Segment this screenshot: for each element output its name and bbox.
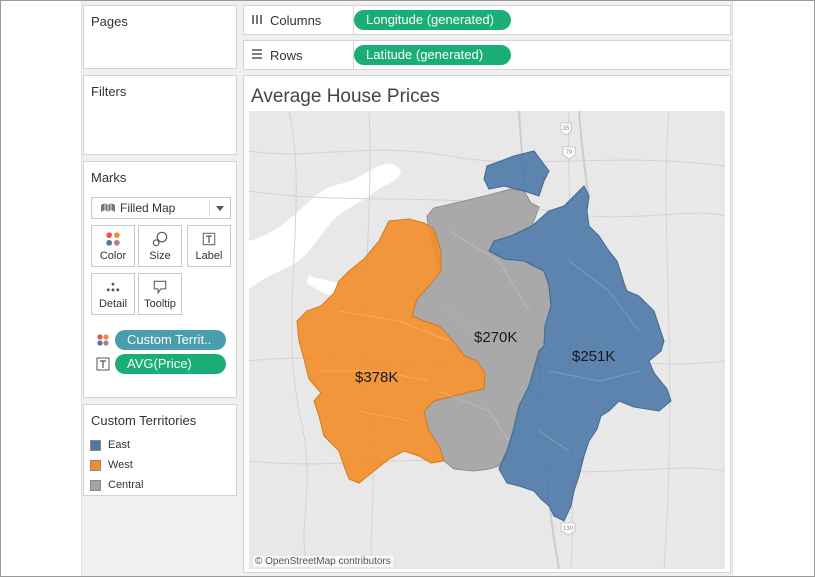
mark-type-dropdown[interactable]: Filled Map <box>91 197 231 219</box>
detail-dots-icon <box>106 282 120 292</box>
region-label-west: $378K <box>355 369 399 386</box>
custom-territories-pill[interactable]: Custom Territ.. <box>115 330 226 350</box>
map-attribution[interactable]: © OpenStreetMap contributors <box>253 556 393 567</box>
filled-map[interactable]: 35 79 130 $378K $270K $251K © OpenStreet… <box>249 111 725 569</box>
label-button[interactable]: Label <box>187 225 231 267</box>
legend-swatch-west <box>90 460 101 471</box>
filters-card[interactable]: Filters <box>83 75 237 155</box>
rows-shelf[interactable]: Rows Latitude (generated) <box>243 40 731 70</box>
rows-label: Rows <box>270 48 303 63</box>
mark-type-label: Filled Map <box>120 201 176 215</box>
detail-button-label: Detail <box>98 298 128 310</box>
tooltip-bubble-icon <box>153 280 167 295</box>
svg-text:130: 130 <box>563 526 574 532</box>
size-circles-icon <box>152 231 168 247</box>
region-label-central: $270K <box>474 329 518 346</box>
label-button-label: Label <box>195 250 223 262</box>
label-text-icon <box>96 357 110 371</box>
avg-price-pill[interactable]: AVG(Price) <box>115 354 226 374</box>
marks-card: Marks Filled Map Color Size Label Detail… <box>83 161 237 398</box>
size-button[interactable]: Size <box>138 225 182 267</box>
region-label-east: $251K <box>572 348 616 365</box>
rows-icon <box>251 48 265 62</box>
color-field-row[interactable]: Custom Territ.. <box>96 330 230 350</box>
columns-label: Columns <box>270 13 322 28</box>
columns-shelf[interactable]: Columns Longitude (generated) <box>243 5 731 35</box>
tooltip-button-label: Tooltip <box>144 298 176 310</box>
legend-label-east: East <box>108 439 131 451</box>
label-field-row[interactable]: AVG(Price) <box>96 354 230 374</box>
view-card: Average House Prices 35 79 130 $378K $27… <box>243 75 731 573</box>
legend-title: Custom Territories <box>91 413 197 428</box>
color-button[interactable]: Color <box>91 225 135 267</box>
pages-title: Pages <box>91 14 128 29</box>
label-text-icon <box>202 232 216 246</box>
legend-label-central: Central <box>108 479 144 491</box>
legend-swatch-east <box>90 440 101 451</box>
svg-text:79: 79 <box>566 150 573 156</box>
tooltip-button[interactable]: Tooltip <box>138 273 182 315</box>
latitude-pill[interactable]: Latitude (generated) <box>354 45 511 65</box>
longitude-pill[interactable]: Longitude (generated) <box>354 10 511 30</box>
legend-card: Custom Territories East West Central <box>83 404 237 496</box>
view-title: Average House Prices <box>251 86 440 107</box>
filters-title: Filters <box>91 84 127 99</box>
legend-swatch-central <box>90 480 101 491</box>
size-button-label: Size <box>149 250 171 262</box>
color-button-label: Color <box>99 250 127 262</box>
color-dots-icon <box>106 232 120 246</box>
svg-text:35: 35 <box>563 126 570 132</box>
filled-map-icon <box>101 203 115 212</box>
right-margin <box>732 0 815 577</box>
detail-button[interactable]: Detail <box>91 273 135 315</box>
columns-icon <box>251 13 265 27</box>
pages-card[interactable]: Pages <box>83 5 237 69</box>
left-margin <box>0 0 82 577</box>
marks-title: Marks <box>91 170 127 185</box>
legend-label-west: West <box>108 459 133 471</box>
color-dots-icon <box>97 334 109 346</box>
chevron-down-icon[interactable] <box>216 206 224 211</box>
dropdown-separator <box>209 200 210 216</box>
